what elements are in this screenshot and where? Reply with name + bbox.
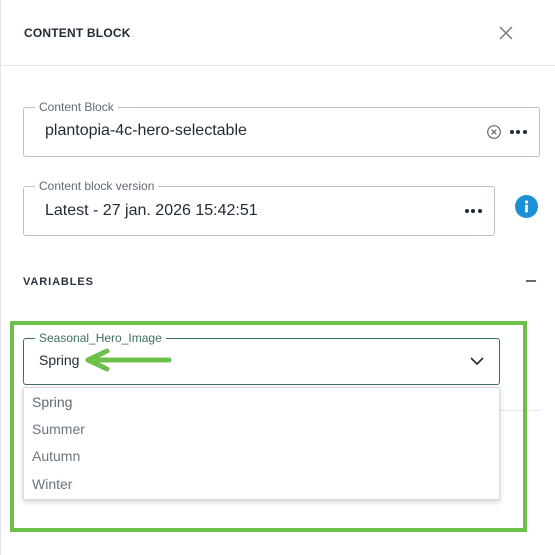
content-block-version-label: Content block version [35,179,159,193]
version-more-icon[interactable] [463,203,483,219]
seasonal-hero-image-options: Spring Summer Autumn Winter [23,387,500,500]
content-block-more-icon[interactable] [508,124,528,140]
variables-title: VARIABLES [23,276,94,288]
content-block-panel: CONTENT BLOCK Content Block plantopia-4c… [0,0,555,555]
option-spring[interactable]: Spring [24,389,499,416]
option-winter[interactable]: Winter [24,471,499,498]
content-block-field[interactable]: Content Block plantopia-4c-hero-selectab… [23,100,540,157]
content-block-version-field[interactable]: Content block version Latest - 27 jan. 2… [23,179,495,236]
arrow-annotation-icon [85,348,172,372]
close-icon[interactable] [496,23,516,43]
minus-icon[interactable] [526,280,536,282]
chevron-down-icon[interactable] [469,353,485,369]
option-autumn[interactable]: Autumn [24,443,499,470]
content-block-label: Content Block [35,100,118,114]
clear-circle-icon[interactable] [486,124,502,140]
seasonal-hero-image-value: Spring [39,352,80,368]
info-icon[interactable] [515,195,538,218]
panel-header: CONTENT BLOCK [1,0,555,66]
panel-title: CONTENT BLOCK [24,26,131,40]
option-summer[interactable]: Summer [24,416,499,443]
seasonal-hero-image-label: Seasonal_Hero_Image [35,331,166,345]
content-block-version-value: Latest - 27 jan. 2026 15:42:51 [45,202,258,219]
content-block-value: plantopia-4c-hero-selectable [45,122,247,139]
